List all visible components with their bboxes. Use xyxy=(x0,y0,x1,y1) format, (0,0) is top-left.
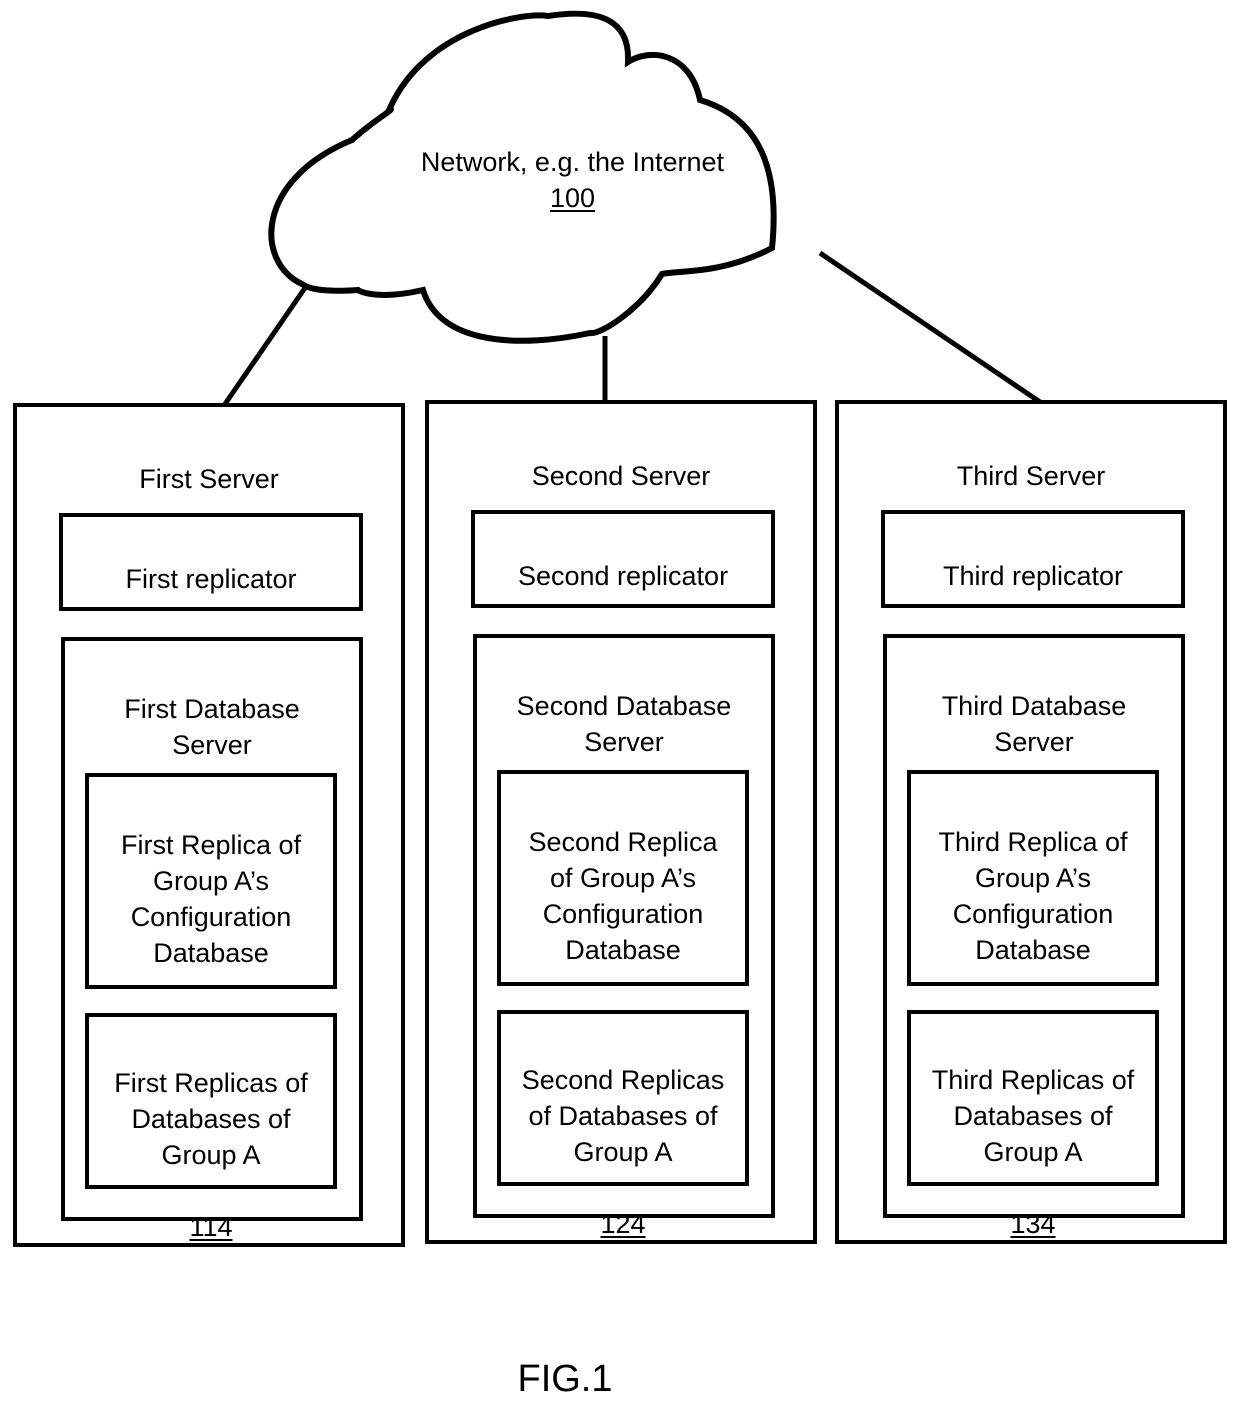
group-replicas-ref: 134 xyxy=(1010,1209,1056,1239)
group-replicas-box: First Replicas of Databases of Group A 1… xyxy=(85,1013,337,1242)
config-database-box: Third Replica of Group A’s Configuration… xyxy=(907,770,1159,1037)
replicator-label: Third replicator xyxy=(942,561,1124,591)
database-server-label: Third Database Server xyxy=(941,691,1127,757)
replicator-label: First replicator xyxy=(125,564,297,594)
group-replicas-ref: 114 xyxy=(189,1212,233,1242)
network-cloud-label: Network, e.g. the Internet 100 xyxy=(370,144,775,216)
database-server-label: First Database Server xyxy=(124,694,300,760)
database-server-box: Second Database Server 122 Second Replic… xyxy=(473,634,775,1239)
link-network-first-server xyxy=(222,283,310,406)
replicator-box: Second replicator 121 xyxy=(471,510,775,663)
replicator-label: Second replicator xyxy=(517,561,729,591)
replicator-box: Third replicator 131 xyxy=(881,510,1185,663)
database-server-box: First Database Server 112 First Replica … xyxy=(61,637,363,1242)
server-box-3: Third Server 130 Third replicator 131 Th… xyxy=(835,400,1227,1244)
config-database-box: Second Replica of Group A’s Configuratio… xyxy=(497,770,749,1037)
database-server-box: Third Database Server 132 Third Replica … xyxy=(883,634,1185,1239)
server-title: Second Server xyxy=(531,461,711,491)
group-replicas-ref: 124 xyxy=(600,1209,646,1239)
server-box-2: Second Server 120 Second replicator 121 … xyxy=(425,400,817,1244)
group-replicas-box: Third Replicas of Databases of Group A 1… xyxy=(907,1010,1159,1239)
server-box-1: First Server 110 First replicator 111 Fi… xyxy=(13,403,405,1247)
group-replicas-label: Second Replicas of Databases of Group A xyxy=(521,1065,725,1167)
network-label: Network, e.g. the Internet xyxy=(420,147,725,177)
config-database-label: Third Replica of Group A’s Configuration… xyxy=(938,827,1128,965)
config-database-label: Second Replica of Group A’s Configuratio… xyxy=(528,827,718,965)
server-title: First Server xyxy=(139,464,279,494)
group-replicas-label: First Replicas of Databases of Group A xyxy=(114,1068,308,1170)
group-replicas-label: Third Replicas of Databases of Group A xyxy=(931,1065,1135,1167)
config-database-label: First Replica of Group A’s Configuration… xyxy=(120,830,302,968)
server-title: Third Server xyxy=(956,461,1106,491)
network-ref: 100 xyxy=(549,183,596,213)
figure-caption: FIG.1 xyxy=(517,1358,613,1400)
group-replicas-box: Second Replicas of Databases of Group A … xyxy=(497,1010,749,1239)
link-network-third-server xyxy=(818,250,1042,405)
config-database-box: First Replica of Group A’s Configuration… xyxy=(85,773,337,1040)
replicator-box: First replicator 111 xyxy=(59,513,363,666)
database-server-label: Second Database Server xyxy=(516,691,732,757)
